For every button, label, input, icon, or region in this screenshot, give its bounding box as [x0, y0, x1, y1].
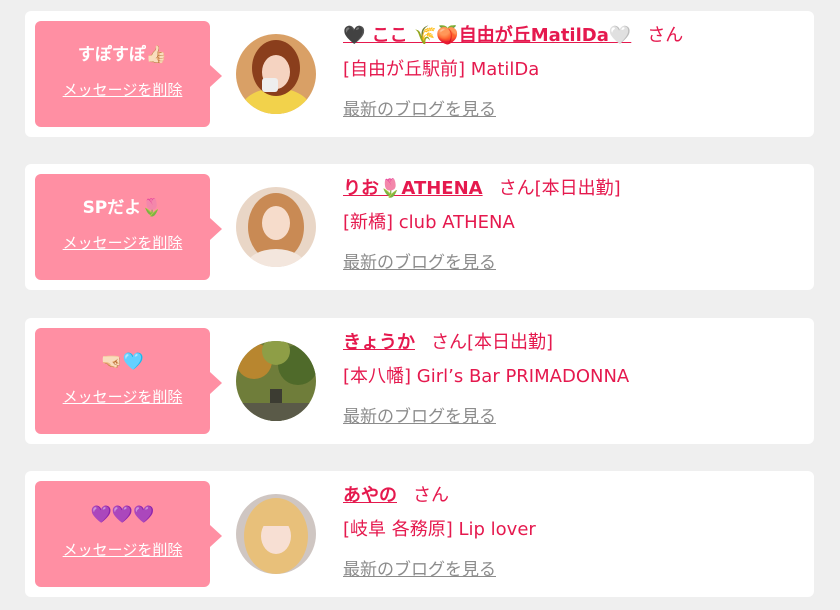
latest-blog-link[interactable]: 最新のブログを見る [343, 95, 496, 120]
cast-name-link[interactable]: きょうか [343, 328, 415, 358]
cast-info: あやの さん [岐阜 各務原] Lip lover 最新のブログを見る [343, 481, 804, 580]
message-text: 💜💜💜 [90, 505, 155, 525]
avatar[interactable] [236, 494, 316, 574]
list-item: 💜💜💜 メッセージを削除 あやの さん [岐阜 各務原] Lip lover 最… [25, 471, 814, 597]
message-bubble: 💜💜💜 メッセージを削除 [35, 481, 222, 587]
delete-message-link[interactable]: メッセージを削除 [63, 539, 183, 560]
cast-name-link[interactable]: りお🌷ATHENA [343, 174, 483, 204]
delete-message-link[interactable]: メッセージを削除 [63, 79, 183, 100]
avatar[interactable] [236, 34, 316, 114]
avatar-icon [236, 494, 316, 574]
cast-info: りお🌷ATHENA さん [本日出勤] [新橋] club ATHENA 最新の… [343, 174, 804, 273]
list-item: 🤜🏻🩵 メッセージを削除 きょうか さん [本日出勤] [本八幡] Girl’s… [25, 318, 814, 444]
shop-name: [新橋] club ATHENA [343, 212, 515, 233]
message-text: SPだよ🌷 [82, 198, 163, 218]
avatar-icon [236, 34, 316, 114]
list-item: すぽすぽ👍🏻 メッセージを削除 🖤 ここ 🌾🍑自由が丘MatilDa🤍 さん [… [25, 11, 814, 137]
name-row: 🖤 ここ 🌾🍑自由が丘MatilDa🤍 さん [343, 21, 804, 51]
list-item: SPだよ🌷 メッセージを削除 りお🌷ATHENA さん [本日出勤] [新橋] … [25, 164, 814, 290]
honorific: さん [431, 332, 467, 353]
delete-message-link[interactable]: メッセージを削除 [63, 232, 183, 253]
shop-name: [自由が丘駅前] MatilDa [343, 59, 540, 80]
shop-name: [岐阜 各務原] Lip lover [343, 519, 536, 540]
latest-blog-link[interactable]: 最新のブログを見る [343, 402, 496, 427]
cast-info: きょうか さん [本日出勤] [本八幡] Girl’s Bar PRIMADON… [343, 328, 804, 427]
status-badge: [本日出勤] [534, 178, 621, 199]
avatar-icon [236, 341, 316, 421]
status-badge: [本日出勤] [467, 332, 554, 353]
latest-blog-link[interactable]: 最新のブログを見る [343, 555, 496, 580]
avatar[interactable] [236, 187, 316, 267]
name-row: りお🌷ATHENA さん [本日出勤] [343, 174, 804, 204]
delete-message-link[interactable]: メッセージを削除 [63, 386, 183, 407]
message-list: すぽすぽ👍🏻 メッセージを削除 🖤 ここ 🌾🍑自由が丘MatilDa🤍 さん [… [0, 0, 840, 610]
cast-info: 🖤 ここ 🌾🍑自由が丘MatilDa🤍 さん [自由が丘駅前] MatilDa … [343, 21, 804, 120]
avatar-icon [236, 187, 316, 267]
honorific: さん [647, 25, 684, 46]
avatar[interactable] [236, 341, 316, 421]
message-text: 🤜🏻🩵 [101, 352, 144, 372]
message-bubble: すぽすぽ👍🏻 メッセージを削除 [35, 21, 222, 127]
name-row: あやの さん [343, 481, 804, 511]
cast-name-link[interactable]: あやの [343, 481, 397, 511]
message-bubble: 🤜🏻🩵 メッセージを削除 [35, 328, 222, 434]
cast-name-link[interactable]: 🖤 ここ 🌾🍑自由が丘MatilDa🤍 [343, 21, 631, 51]
name-row: きょうか さん [本日出勤] [343, 328, 804, 358]
message-text: すぽすぽ👍🏻 [77, 45, 168, 65]
honorific: さん [498, 178, 535, 199]
honorific: さん [413, 485, 449, 506]
shop-name: [本八幡] Girl’s Bar PRIMADONNA [343, 366, 630, 387]
latest-blog-link[interactable]: 最新のブログを見る [343, 248, 496, 273]
message-bubble: SPだよ🌷 メッセージを削除 [35, 174, 222, 280]
